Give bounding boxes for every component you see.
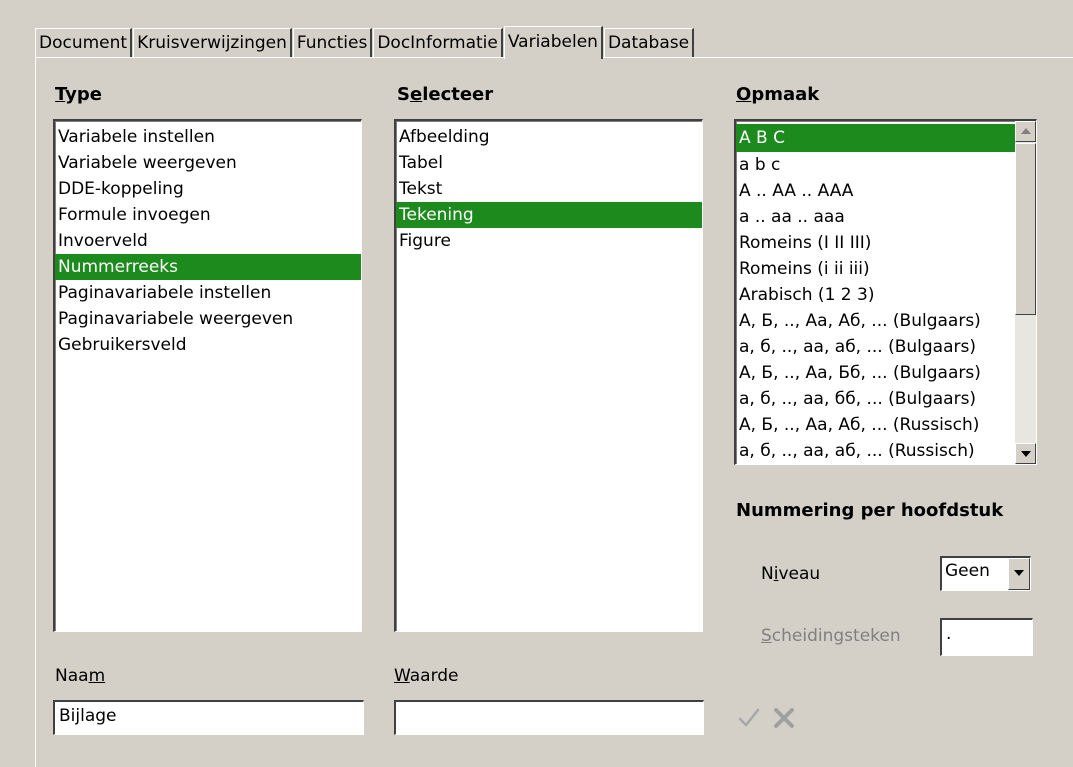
chevron-down-icon <box>1014 570 1024 576</box>
list-item[interactable]: a b c <box>736 152 1015 178</box>
list-item[interactable]: Romeins (I II III) <box>736 230 1015 256</box>
tab-document[interactable]: Document <box>35 28 133 57</box>
list-item[interactable]: Paginavariabele instellen <box>55 280 361 306</box>
cross-icon[interactable] <box>771 705 797 737</box>
list-item[interactable]: A .. AA .. AAA <box>736 178 1015 204</box>
list-item[interactable]: Arabisch (1 2 3) <box>736 282 1015 308</box>
naam-input[interactable]: Bijlage <box>53 700 364 735</box>
waarde-input[interactable] <box>394 700 704 735</box>
tab-kruisverwijzingen[interactable]: Kruisverwijzingen <box>133 28 292 57</box>
tab-variabelen[interactable]: Variabelen <box>503 26 603 59</box>
niveau-select[interactable]: Geen <box>940 556 1031 591</box>
list-item[interactable]: Romeins (i ii iii) <box>736 256 1015 282</box>
scroll-up-button[interactable] <box>1015 121 1036 142</box>
type-heading: Type <box>55 84 102 105</box>
list-item[interactable]: Figure <box>396 228 702 254</box>
naam-label: Naam <box>55 666 106 686</box>
check-icon[interactable] <box>736 705 762 737</box>
niveau-label: Niveau <box>761 564 821 584</box>
list-item-selected[interactable]: Tekening <box>396 202 702 228</box>
separator-label: Scheidingsteken <box>761 626 901 646</box>
separator-input[interactable]: . <box>940 618 1033 656</box>
list-item[interactable]: Gebruikersveld <box>55 332 361 358</box>
list-item[interactable]: Variabele weergeven <box>55 150 361 176</box>
scroll-thumb[interactable] <box>1015 143 1036 315</box>
tab-database[interactable]: Database <box>603 28 695 57</box>
list-item[interactable]: а, б, .., аа, аб, ... (Bulgaars) <box>736 334 1015 360</box>
list-item[interactable]: Variabele instellen <box>55 124 361 150</box>
list-item[interactable]: Paginavariabele weergeven <box>55 306 361 332</box>
selecteer-heading: Selecteer <box>397 84 494 105</box>
opmaak-heading: Opmaak <box>736 84 820 105</box>
list-item[interactable]: DDE-koppeling <box>55 176 361 202</box>
list-item[interactable]: а, б, .., аа, аб, ... (Russisch) <box>736 438 1015 464</box>
list-item[interactable]: Afbeelding <box>396 124 702 150</box>
list-item[interactable]: a .. aa .. aaa <box>736 204 1015 230</box>
type-list[interactable]: Variabele instellen Variabele weergeven … <box>53 119 362 632</box>
list-item[interactable]: а, б, .., аа, бб, ... (Bulgaars) <box>736 386 1015 412</box>
tab-docinformatie[interactable]: DocInformatie <box>373 28 503 57</box>
list-item-selected[interactable]: Nummerreeks <box>55 254 361 280</box>
list-item[interactable]: Tekst <box>396 176 702 202</box>
opmaak-list[interactable]: A B C a b c A .. AA .. AAA a .. aa .. aa… <box>734 119 1037 465</box>
scroll-down-button[interactable] <box>1015 443 1036 464</box>
list-item[interactable]: Invoerveld <box>55 228 361 254</box>
niveau-value: Geen <box>945 561 990 581</box>
chapter-heading: Nummering per hoofdstuk <box>736 500 1004 521</box>
arrow-down-icon <box>1021 451 1031 457</box>
list-item[interactable]: А, Б, .., Аа, Бб, ... (Bulgaars) <box>736 360 1015 386</box>
list-item-selected[interactable]: A B C <box>736 124 1015 152</box>
selecteer-list[interactable]: Afbeelding Tabel Tekst Tekening Figure <box>394 119 703 632</box>
list-item[interactable]: Tabel <box>396 150 702 176</box>
waarde-label: Waarde <box>394 666 459 686</box>
tab-functies[interactable]: Functies <box>292 28 373 57</box>
list-item[interactable]: А, Б, .., Аа, Аб, ... (Bulgaars) <box>736 308 1015 334</box>
list-item[interactable]: Formule invoegen <box>55 202 361 228</box>
opmaak-scrollbar[interactable] <box>1015 121 1036 464</box>
list-item[interactable]: А, Б, .., Аа, Аб, ... (Russisch) <box>736 412 1015 438</box>
tab-bar: Document Kruisverwijzingen Functies DocI… <box>35 26 695 59</box>
arrow-up-icon <box>1021 128 1031 134</box>
niveau-dropdown-button[interactable] <box>1008 558 1030 590</box>
